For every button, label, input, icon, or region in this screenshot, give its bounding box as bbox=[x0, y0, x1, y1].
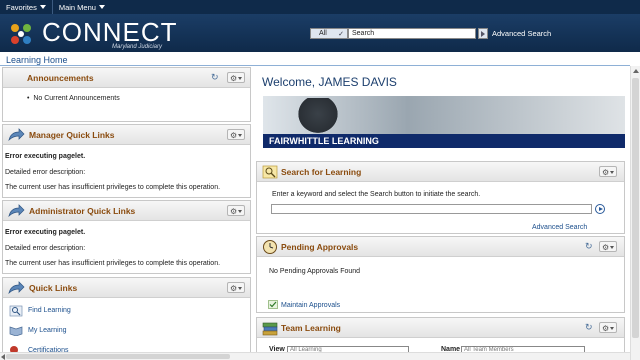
main-menu[interactable]: Main Menu bbox=[51, 0, 111, 14]
gear-icon: ⚙ bbox=[602, 168, 610, 177]
pagelet-header: Administrator Quick Links ⚙ bbox=[3, 201, 250, 221]
books-icon bbox=[262, 322, 278, 336]
search-input[interactable]: Search bbox=[348, 28, 476, 39]
title-divider bbox=[0, 65, 630, 66]
pagelet-header: Search for Learning ⚙ bbox=[257, 162, 624, 182]
chevron-down-icon bbox=[238, 287, 242, 290]
chevron-down-icon bbox=[238, 210, 242, 213]
pagelet-header: Announcements ↻ ⚙ bbox=[3, 68, 250, 88]
scroll-up-icon[interactable] bbox=[633, 69, 639, 73]
pagelet-title: Team Learning bbox=[281, 323, 341, 333]
team-learning-pagelet: Team Learning ↻ ⚙ View All Learning Name… bbox=[256, 317, 625, 357]
welcome-heading: Welcome, JAMES DAVIS bbox=[262, 75, 397, 89]
connect-logo-icon bbox=[11, 24, 31, 44]
link-arrow-icon bbox=[8, 204, 25, 218]
announcements-pagelet: Announcements ↻ ⚙ • No Current Announcem… bbox=[2, 67, 251, 122]
chevron-down-icon bbox=[610, 246, 614, 249]
main-menu-label: Main Menu bbox=[58, 2, 96, 12]
favorites-label: Favorites bbox=[6, 2, 37, 12]
favorites-menu[interactable]: Favorites bbox=[0, 0, 52, 14]
gear-icon: ⚙ bbox=[230, 74, 238, 83]
link-arrow-icon bbox=[8, 128, 25, 142]
error-description-label: Detailed error description: bbox=[5, 245, 86, 252]
pending-approvals-pagelet: Pending Approvals ↻ ⚙ No Pending Approva… bbox=[256, 236, 625, 313]
pagelet-title: Administrator Quick Links bbox=[29, 206, 136, 216]
quick-link-find-learning[interactable]: Find Learning bbox=[28, 307, 71, 314]
chevron-down-icon bbox=[238, 134, 242, 137]
error-heading: Error executing pagelet. bbox=[5, 229, 86, 236]
error-description-label: Detailed error description: bbox=[5, 169, 86, 176]
announcement-item: • No Current Announcements bbox=[27, 95, 120, 102]
scrollbar-thumb[interactable] bbox=[632, 78, 639, 338]
gear-icon: ⚙ bbox=[602, 243, 610, 252]
gear-icon: ⚙ bbox=[230, 284, 238, 293]
banner-caption-bar: FAIRWHITTLE LEARNING bbox=[263, 134, 625, 148]
pagelet-options-button[interactable]: ⚙ bbox=[599, 322, 617, 333]
pagelet-title: Manager Quick Links bbox=[29, 130, 115, 140]
horizontal-scrollbar[interactable] bbox=[0, 352, 630, 360]
link-arrow-icon bbox=[8, 281, 25, 295]
maintain-approvals-link[interactable]: Maintain Approvals bbox=[281, 302, 340, 309]
search-go-button[interactable] bbox=[478, 28, 488, 39]
no-approvals-message: No Pending Approvals Found bbox=[269, 268, 361, 275]
pagelet-header: Pending Approvals ↻ ⚙ bbox=[257, 237, 624, 257]
chevron-down-icon bbox=[238, 77, 242, 80]
search-scope-select[interactable]: All ✓ bbox=[310, 28, 348, 39]
manager-quick-links-pagelet: Manager Quick Links ⚙ Error executing pa… bbox=[2, 124, 251, 198]
scrollbar-thumb[interactable] bbox=[6, 354, 230, 359]
search-instructions: Enter a keyword and select the Search bu… bbox=[272, 191, 481, 198]
gear-icon: ⚙ bbox=[230, 131, 238, 140]
book-icon bbox=[9, 326, 23, 336]
administrator-quick-links-pagelet: Administrator Quick Links ⚙ Error execut… bbox=[2, 200, 251, 274]
chevron-down-icon bbox=[98, 5, 105, 9]
pagelet-title: Quick Links bbox=[29, 283, 78, 293]
advanced-search-link[interactable]: Advanced Search bbox=[492, 29, 551, 38]
pagelet-options-button[interactable]: ⚙ bbox=[227, 205, 245, 216]
banner-person-figure bbox=[293, 98, 343, 138]
error-message: The current user has insufficient privil… bbox=[5, 184, 221, 191]
top-menu-bar: Favorites Main Menu bbox=[0, 0, 640, 14]
pagelet-options-button[interactable]: ⚙ bbox=[227, 72, 245, 83]
pagelet-title: Announcements bbox=[27, 73, 94, 83]
gear-icon: ⚙ bbox=[230, 207, 238, 216]
page-title: Learning Home bbox=[6, 55, 68, 65]
advanced-search-link[interactable]: Advanced Search bbox=[532, 224, 587, 231]
error-heading: Error executing pagelet. bbox=[5, 153, 86, 160]
search-scope-value: All bbox=[319, 30, 327, 37]
checkmark-icon bbox=[268, 300, 278, 309]
scroll-left-icon[interactable] bbox=[1, 354, 5, 360]
pagelet-title: Search for Learning bbox=[281, 167, 362, 177]
vertical-scrollbar[interactable] bbox=[630, 66, 640, 360]
pagelet-header: Manager Quick Links ⚙ bbox=[3, 125, 250, 145]
magnifier-icon bbox=[9, 305, 23, 317]
pagelet-header: Quick Links ⚙ bbox=[3, 278, 250, 298]
brand-subtitle: Maryland Judiciary bbox=[112, 44, 163, 50]
quick-link-my-learning[interactable]: My Learning bbox=[28, 327, 67, 334]
pagelet-options-button[interactable]: ⚙ bbox=[227, 129, 245, 140]
magnifier-icon bbox=[262, 165, 278, 179]
pagelet-title: Pending Approvals bbox=[281, 242, 359, 252]
pagelet-header: Team Learning ↻ ⚙ bbox=[257, 318, 624, 338]
pagelet-options-button[interactable]: ⚙ bbox=[599, 166, 617, 177]
chevron-down-icon bbox=[610, 327, 614, 330]
error-message: The current user has insufficient privil… bbox=[5, 260, 221, 267]
pagelet-options-button[interactable]: ⚙ bbox=[599, 241, 617, 252]
gear-icon: ⚙ bbox=[602, 324, 610, 333]
chevron-down-icon: ✓ bbox=[338, 31, 344, 38]
clock-icon bbox=[263, 240, 277, 254]
refresh-icon[interactable]: ↻ bbox=[211, 72, 219, 83]
header-banner: CONNECT Maryland Judiciary All ✓ Search … bbox=[0, 14, 640, 52]
chevron-down-icon bbox=[39, 5, 46, 9]
pagelet-options-button[interactable]: ⚙ bbox=[227, 282, 245, 293]
learning-banner-image: FAIRWHITTLE LEARNING bbox=[263, 96, 625, 148]
learning-search-input[interactable] bbox=[271, 204, 592, 214]
chevron-down-icon bbox=[610, 171, 614, 174]
banner-caption: FAIRWHITTLE LEARNING bbox=[269, 136, 379, 146]
refresh-icon[interactable]: ↻ bbox=[585, 241, 593, 252]
refresh-icon[interactable]: ↻ bbox=[585, 322, 593, 333]
quick-links-pagelet: Quick Links ⚙ Find Learning My Learning … bbox=[2, 277, 251, 354]
search-go-button[interactable] bbox=[595, 204, 605, 214]
search-for-learning-pagelet: Search for Learning ⚙ Enter a keyword an… bbox=[256, 161, 625, 234]
announcement-text: No Current Announcements bbox=[33, 95, 120, 102]
